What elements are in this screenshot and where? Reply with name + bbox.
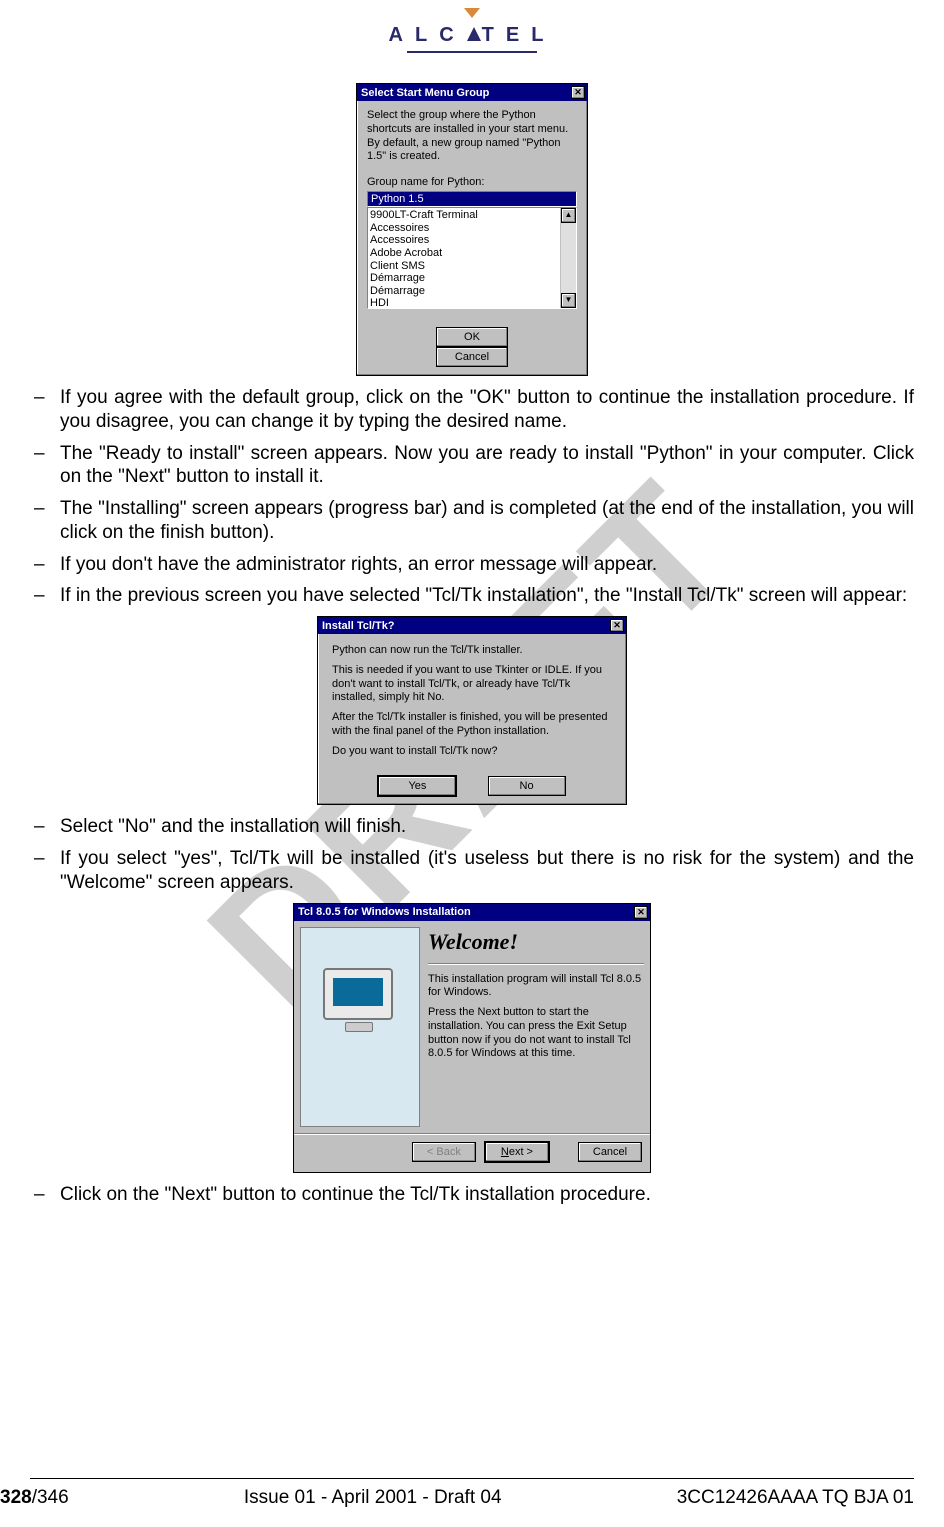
computer-stand-icon (345, 1022, 373, 1032)
page-footer: 328/346 Issue 01 - April 2001 - Draft 04… (0, 1487, 944, 1509)
bullet-text: Select "No" and the installation will fi… (60, 815, 914, 839)
next-button[interactable]: Next > (485, 1142, 549, 1162)
dialog-title: Install Tcl/Tk? (322, 620, 395, 632)
bullet-text: If in the previous screen you have selec… (60, 584, 914, 608)
dialog-title: Tcl 8.0.5 for Windows Installation (298, 906, 471, 918)
dialog-text: Do you want to install Tcl/Tk now? (332, 745, 612, 759)
ok-button[interactable]: OK (436, 327, 508, 347)
list-item[interactable]: Démarrage (370, 272, 574, 285)
titlebar: Install Tcl/Tk? ✕ (318, 617, 626, 634)
titlebar: Tcl 8.0.5 for Windows Installation ✕ (294, 904, 650, 921)
computer-icon (323, 968, 393, 1020)
bullet: –If in the previous screen you have sele… (30, 584, 914, 608)
scroll-down-icon[interactable]: ▼ (561, 293, 576, 308)
list-item[interactable]: Adobe Acrobat (370, 247, 574, 260)
yes-button[interactable]: Yes (378, 776, 456, 796)
cancel-button[interactable]: Cancel (436, 347, 508, 367)
close-icon[interactable]: ✕ (610, 619, 624, 632)
bullet: –The "Installing" screen appears (progre… (30, 497, 914, 545)
dialog-text: This is needed if you want to use Tkinte… (332, 664, 612, 705)
bullet: –If you agree with the default group, cl… (30, 386, 914, 434)
list-item[interactable]: Accessoires (370, 222, 574, 235)
list-item[interactable]: 9900LT-Craft Terminal (370, 209, 574, 222)
logo-wrap: ALC TEL (30, 10, 914, 53)
dialog-title: Select Start Menu Group (361, 87, 489, 99)
list-item[interactable]: Client SMS (370, 260, 574, 273)
list-item[interactable]: HDI (370, 297, 574, 309)
wizard-text: This installation program will install T… (428, 973, 644, 1001)
logo-text-a: ALC (389, 24, 466, 46)
footer-divider (30, 1478, 914, 1479)
page-content: ALC TEL Select Start Menu Group ✕ Select … (0, 0, 944, 1527)
bullet-text: If you don't have the administrator righ… (60, 553, 914, 577)
welcome-heading: Welcome! (428, 929, 644, 955)
list-item[interactable]: Accessoires (370, 234, 574, 247)
bullet-text: If you agree with the default group, cli… (60, 386, 914, 434)
close-icon[interactable]: ✕ (634, 906, 648, 919)
dialog-text: Python can now run the Tcl/Tk installer. (332, 644, 612, 658)
page-number: 328/346 (0, 1487, 69, 1509)
bullet: –Select "No" and the installation will f… (30, 815, 914, 839)
list-item[interactable]: Démarrage (370, 285, 574, 298)
bullet-text: The "Ready to install" screen appears. N… (60, 442, 914, 490)
logo-text-b: TEL (482, 24, 556, 46)
wizard-text: Press the Next button to start the insta… (428, 1006, 644, 1061)
logo-triangle-icon (467, 27, 481, 41)
scrollbar[interactable]: ▲ ▼ (560, 208, 576, 308)
group-name-input[interactable] (367, 191, 577, 207)
cancel-button[interactable]: Cancel (578, 1142, 642, 1162)
bullet: –If you select "yes", Tcl/Tk will be ins… (30, 847, 914, 895)
dialog-install-tcltk: Install Tcl/Tk? ✕ Python can now run the… (317, 616, 627, 805)
back-button: < Back (412, 1142, 476, 1162)
dialog-start-menu-group: Select Start Menu Group ✕ Select the gro… (356, 83, 588, 376)
footer-center: Issue 01 - April 2001 - Draft 04 (244, 1487, 502, 1509)
next-label-rest: ext > (509, 1146, 533, 1158)
bullet-text: If you select "yes", Tcl/Tk will be inst… (60, 847, 914, 895)
titlebar: Select Start Menu Group ✕ (357, 84, 587, 101)
group-name-label: Group name for Python: (367, 176, 577, 188)
dialog-tcl-wizard: Tcl 8.0.5 for Windows Installation ✕ Wel… (293, 903, 651, 1173)
bullet: –Click on the "Next" button to continue … (30, 1183, 914, 1207)
no-button[interactable]: No (488, 776, 566, 796)
dialog-text: After the Tcl/Tk installer is finished, … (332, 711, 612, 739)
bullet: –The "Ready to install" screen appears. … (30, 442, 914, 490)
bullet: –If you don't have the administrator rig… (30, 553, 914, 577)
bullet-text: Click on the "Next" button to continue t… (60, 1183, 914, 1207)
divider (428, 963, 644, 965)
bullet-text: The "Installing" screen appears (progres… (60, 497, 914, 545)
group-listbox[interactable]: 9900LT-Craft Terminal Accessoires Access… (367, 207, 577, 309)
footer-right: 3CC12426AAAA TQ BJA 01 (677, 1487, 914, 1509)
dialog-description: Select the group where the Python shortc… (367, 109, 577, 164)
close-icon[interactable]: ✕ (571, 86, 585, 99)
wizard-side-image (300, 927, 420, 1127)
scroll-up-icon[interactable]: ▲ (561, 208, 576, 223)
alcatel-logo: ALC TEL (389, 10, 556, 47)
logo-underline (407, 51, 537, 53)
